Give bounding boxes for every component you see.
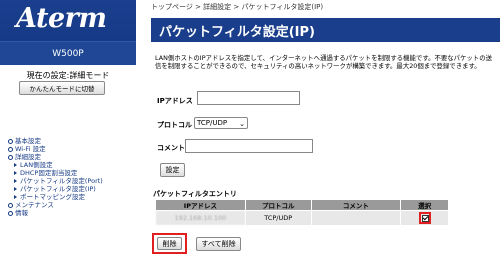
protocol-select[interactable]: TCP/UDP ⌄ <box>194 117 248 129</box>
title-bar: パケットフィルタ設定(IP) <box>151 18 500 42</box>
easy-mode-button[interactable]: かんたんモードに切替 <box>19 81 105 95</box>
delete-all-button[interactable]: すべて削除 <box>196 237 241 251</box>
bullet-icon <box>8 210 13 216</box>
bullet-icon <box>8 146 13 152</box>
select-checkbox[interactable] <box>421 215 429 222</box>
sidebar-nav: 基本設定 Wi-Fi 設定 詳細設定 LAN側設定 DHCP固定割当設定 パケットフィルタ… <box>8 137 103 217</box>
bullet-icon <box>8 138 13 144</box>
sidebar-nav-item[interactable]: 情報 <box>8 209 103 217</box>
column-header-comment: コメント <box>310 199 402 211</box>
sidebar-nav-item[interactable]: 基本設定 <box>8 137 103 145</box>
cell-protocol: TCP/UDP <box>244 210 312 226</box>
sidebar-nav-label: パケットフィルタ設定(Port) <box>20 177 103 185</box>
logo-bar: Aterm <box>0 0 136 41</box>
table-row: 192.168.10.100 TCP/UDP <box>155 210 449 226</box>
sidebar-nav-label: パケットフィルタ設定(IP) <box>20 185 96 193</box>
chevron-down-icon: ⌄ <box>239 120 245 128</box>
sidebar-nav-item[interactable]: 詳細設定 <box>8 153 103 161</box>
page-description: LAN側ホストのIPアドレスを指定して、インターネットへ通過するパケットを制限す… <box>155 54 492 70</box>
arrow-right-icon <box>14 187 17 191</box>
sidebar-nav-item[interactable]: DHCP固定割当設定 <box>8 169 103 177</box>
entry-table: IPアドレス プロトコル コメント 選択 192.168.10.100 TCP/U… <box>155 199 449 226</box>
sidebar-nav-item[interactable]: パケットフィルタ設定(IP) <box>8 185 103 193</box>
current-mode-text: 現在の設定:詳細モード <box>26 71 110 80</box>
comment-label: コメント <box>157 144 185 152</box>
arrow-right-icon <box>14 179 17 183</box>
column-header-protocol: プロトコル <box>244 199 312 211</box>
cell-ip-address: 192.168.10.100 <box>155 210 246 226</box>
comment-input[interactable] <box>185 139 313 153</box>
delete-highlight: 削除 <box>152 233 187 254</box>
arrow-right-icon <box>14 171 17 175</box>
delete-button[interactable]: 削除 <box>157 237 182 250</box>
sidebar-nav-label: DHCP固定割当設定 <box>20 169 78 177</box>
column-header-ip: IPアドレス <box>155 199 246 211</box>
sidebar-nav-label: LAN側設定 <box>20 161 53 169</box>
sidebar-nav-item[interactable]: Wi-Fi 設定 <box>8 145 103 153</box>
set-button[interactable]: 設定 <box>160 163 185 177</box>
cell-comment <box>310 210 402 226</box>
select-highlight <box>418 212 431 224</box>
protocol-select-value: TCP/UDP <box>197 119 228 127</box>
sidebar-nav-item[interactable]: LAN側設定 <box>8 161 103 169</box>
arrow-right-icon <box>14 195 17 199</box>
model-name: W500P <box>0 41 136 65</box>
arrow-right-icon <box>14 163 17 167</box>
sidebar-nav-label: 詳細設定 <box>15 153 41 161</box>
sidebar-nav-label: 基本設定 <box>15 137 41 145</box>
sidebar-nav-label: Wi-Fi 設定 <box>15 145 46 153</box>
cell-select <box>400 210 449 226</box>
ip-address-label: IPアドレス <box>157 97 193 105</box>
sidebar-nav-label: 情報 <box>15 209 28 217</box>
sidebar-nav-item[interactable]: パケットフィルタ設定(Port) <box>8 177 103 185</box>
entry-table-title: パケットフィルタエントリ <box>153 190 237 198</box>
column-header-select: 選択 <box>400 199 449 211</box>
bullet-icon <box>8 154 13 160</box>
ip-address-input[interactable] <box>197 91 300 105</box>
sidebar-nav-label: メンテナンス <box>15 201 54 209</box>
breadcrumb: トップページ > 詳細設定 > パケットフィルタ設定(IP) <box>151 3 324 11</box>
page-title: パケットフィルタ設定(IP) <box>159 25 315 40</box>
protocol-label: プロトコル <box>157 121 192 129</box>
sidebar-nav-item[interactable]: メンテナンス <box>8 201 103 209</box>
sidebar-nav-label: ポートマッピング設定 <box>20 193 85 201</box>
bullet-icon <box>8 202 13 208</box>
sidebar-nav-item[interactable]: ポートマッピング設定 <box>8 193 103 201</box>
aterm-logo: Aterm <box>16 3 107 34</box>
